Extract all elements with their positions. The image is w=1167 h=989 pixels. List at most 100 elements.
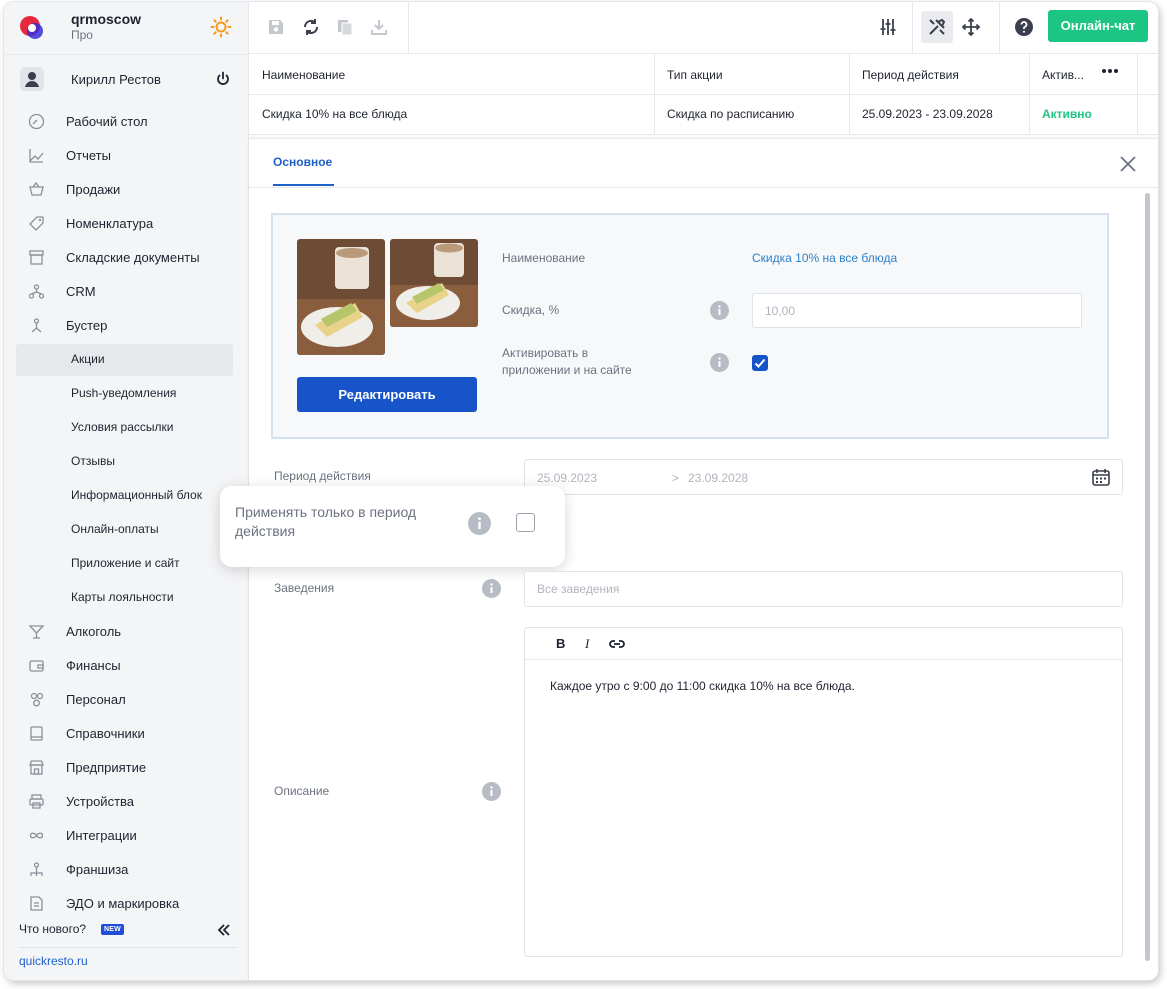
toolbar-separator bbox=[912, 2, 913, 54]
info-icon[interactable] bbox=[468, 512, 491, 535]
venues-label: Заведения bbox=[274, 581, 335, 595]
activate-checkbox[interactable] bbox=[752, 355, 768, 371]
nav-subitem-promotions[interactable]: Акции bbox=[4, 342, 249, 376]
tag-icon bbox=[29, 216, 44, 231]
column-header-name[interactable]: Наименование bbox=[262, 68, 345, 82]
nav-item-finance[interactable]: Финансы bbox=[4, 648, 249, 682]
nav-item-integrations[interactable]: Интеграции bbox=[4, 818, 249, 852]
user-profile[interactable]: Кирилл Рестов bbox=[4, 54, 249, 104]
discount-input[interactable]: 10,00 bbox=[752, 293, 1082, 328]
cell-period: 25.09.2023 - 23.09.2028 bbox=[862, 107, 993, 121]
nav-label: Персонал bbox=[66, 692, 126, 707]
discount-label: Скидка, % bbox=[502, 303, 560, 317]
period-to: 23.09.2028 bbox=[688, 471, 749, 485]
table-row[interactable]: Скидка 10% на все блюда Скидка по распис… bbox=[249, 95, 1158, 135]
calendar-icon[interactable] bbox=[1091, 467, 1111, 487]
nav-item-sales[interactable]: Продажи bbox=[4, 172, 249, 206]
download-icon[interactable] bbox=[369, 17, 389, 37]
column-header-status[interactable]: Актив... bbox=[1042, 68, 1084, 82]
store-icon bbox=[29, 760, 44, 775]
nav-item-franchise[interactable]: Франшиза bbox=[4, 852, 249, 886]
nav-label: Бустер bbox=[66, 318, 108, 333]
refresh-icon[interactable] bbox=[301, 17, 321, 37]
tab-main[interactable]: Основное bbox=[273, 155, 332, 169]
info-icon[interactable] bbox=[710, 353, 729, 372]
link-icon[interactable] bbox=[608, 637, 626, 651]
nav-subitem-online-payments[interactable]: Онлайн-оплаты bbox=[4, 512, 249, 546]
org-switcher[interactable]: qrmoscow Про bbox=[4, 2, 249, 54]
italic-button[interactable]: I bbox=[585, 636, 589, 652]
org-plan: Про bbox=[71, 28, 93, 42]
warehouse-icon bbox=[29, 250, 44, 265]
logout-power-icon[interactable] bbox=[215, 71, 231, 87]
column-header-period[interactable]: Период действия bbox=[862, 68, 959, 82]
info-icon[interactable] bbox=[710, 301, 729, 320]
nav-label: Складские документы bbox=[66, 250, 200, 265]
period-only-label: Применять только в период действия bbox=[235, 504, 417, 539]
wallet-icon bbox=[29, 660, 44, 672]
nav-subitem-mailing[interactable]: Условия рассылки bbox=[4, 410, 249, 444]
nav-label: Рабочий стол bbox=[66, 114, 148, 129]
column-divider bbox=[1137, 54, 1138, 135]
printer-icon bbox=[29, 794, 44, 809]
promotion-image bbox=[297, 239, 385, 355]
period-range-input[interactable]: 25.09.2023 > 23.09.2028 bbox=[524, 459, 1123, 495]
user-name: Кирилл Рестов bbox=[71, 72, 161, 87]
copy-icon[interactable] bbox=[335, 17, 355, 37]
tools-wrench-hammer-icon[interactable] bbox=[927, 17, 947, 37]
nav-label: Справочники bbox=[66, 726, 145, 741]
nav-item-devices[interactable]: Устройства bbox=[4, 784, 249, 818]
close-icon[interactable] bbox=[1119, 155, 1137, 173]
promotion-name-value[interactable]: Скидка 10% на все блюда bbox=[752, 251, 897, 265]
column-header-type[interactable]: Тип акции bbox=[667, 68, 723, 82]
bold-button[interactable]: B bbox=[556, 636, 565, 651]
description-editor[interactable]: B I Каждое утро с 9:00 до 11:00 скидка 1… bbox=[524, 627, 1123, 957]
nav-label: Отчеты bbox=[66, 148, 111, 163]
nav-label: Онлайн-оплаты bbox=[71, 522, 159, 536]
move-arrows-icon[interactable] bbox=[961, 17, 981, 37]
sidebar: qrmoscow Про Кирилл Рестов Рабочий стол … bbox=[4, 2, 249, 980]
column-divider bbox=[654, 54, 655, 135]
more-options-icon[interactable] bbox=[1101, 68, 1119, 74]
filter-sliders-icon[interactable] bbox=[878, 17, 898, 37]
edit-image-button[interactable]: Редактировать bbox=[297, 377, 477, 412]
nav-item-crm[interactable]: CRM bbox=[4, 274, 249, 308]
nav-subitem-app-site[interactable]: Приложение и сайт bbox=[4, 546, 249, 580]
panel-scrollbar[interactable] bbox=[1145, 193, 1150, 961]
nav-label: Продажи bbox=[66, 182, 121, 197]
infinity-icon bbox=[29, 832, 44, 839]
nav-label: Финансы bbox=[66, 658, 121, 673]
collapse-sidebar-icon[interactable] bbox=[217, 923, 231, 937]
nav-item-desktop[interactable]: Рабочий стол bbox=[4, 104, 249, 138]
nav-item-edo[interactable]: ЭДО и маркировка bbox=[4, 886, 249, 920]
cell-name: Скидка 10% на все блюда bbox=[262, 107, 408, 121]
online-chat-button[interactable]: Онлайн-чат bbox=[1048, 10, 1148, 42]
nav-item-nomenclature[interactable]: Номенклатура bbox=[4, 206, 249, 240]
period-only-checkbox[interactable] bbox=[516, 513, 535, 532]
nav-item-alcohol[interactable]: Алкоголь bbox=[4, 614, 249, 648]
nav-label: Push-уведомления bbox=[71, 386, 177, 400]
site-link[interactable]: quickresto.ru bbox=[19, 954, 88, 968]
save-icon[interactable] bbox=[266, 17, 286, 37]
nav-item-enterprise[interactable]: Предприятие bbox=[4, 750, 249, 784]
theme-sun-icon[interactable] bbox=[210, 16, 232, 38]
info-icon[interactable] bbox=[482, 782, 501, 801]
info-icon[interactable] bbox=[482, 579, 501, 598]
nav-subitem-reviews[interactable]: Отзывы bbox=[4, 444, 249, 478]
nav-item-reports[interactable]: Отчеты bbox=[4, 138, 249, 172]
nav-subitem-push[interactable]: Push-уведомления bbox=[4, 376, 249, 410]
help-question-icon[interactable] bbox=[1014, 17, 1034, 37]
nav-label: Отзывы bbox=[71, 454, 115, 468]
nav-item-warehouse[interactable]: Складские документы bbox=[4, 240, 249, 274]
nav-item-staff[interactable]: Персонал bbox=[4, 682, 249, 716]
nav-label: Карты лояльности bbox=[71, 590, 174, 604]
nav-item-booster[interactable]: Бустер bbox=[4, 308, 249, 342]
venues-select[interactable]: Все заведения bbox=[524, 571, 1123, 607]
period-only-popover: Применять только в период действия bbox=[220, 486, 565, 567]
nav-subitem-info-block[interactable]: Информационный блок bbox=[4, 478, 249, 512]
whats-new-link[interactable]: Что нового? bbox=[19, 922, 86, 936]
nav-item-references[interactable]: Справочники bbox=[4, 716, 249, 750]
period-from: 25.09.2023 bbox=[537, 471, 598, 485]
staff-icon bbox=[30, 692, 44, 707]
nav-subitem-loyalty-cards[interactable]: Карты лояльности bbox=[4, 580, 249, 614]
